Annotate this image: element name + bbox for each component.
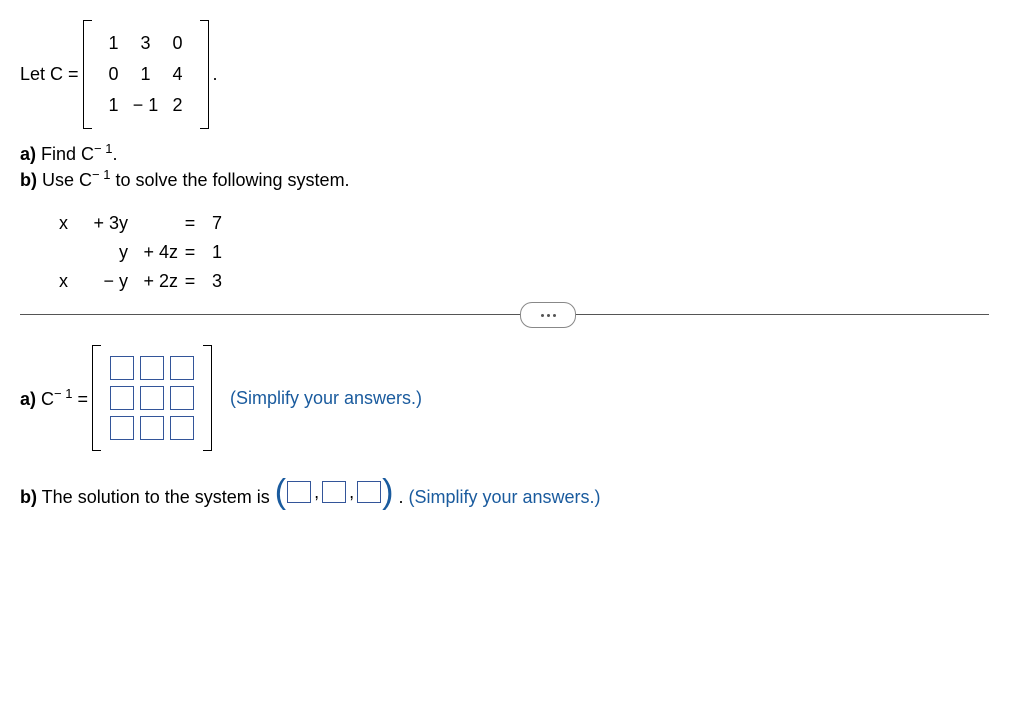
eq-term: x: [50, 271, 68, 292]
matrix-cell: 1: [98, 95, 130, 116]
c-inv-1-3[interactable]: [170, 356, 194, 380]
matrix-cell: 1: [98, 33, 130, 54]
eq-term: + 2z: [128, 271, 178, 292]
answer-a: a) C− 1 = (Simplify your answers.): [20, 345, 989, 451]
eq-term: 1: [202, 242, 222, 263]
answer-a-label: a) C− 1 =: [20, 386, 88, 410]
simplify-hint-b: (Simplify your answers.): [409, 487, 601, 507]
matrix-cell: − 1: [130, 95, 162, 116]
more-button[interactable]: [520, 302, 576, 328]
eq-term: 7: [202, 213, 222, 234]
matrix-definition: Let C = 1300141− 12 .: [20, 20, 989, 129]
part-b-prompt: b) Use C− 1 to solve the following syste…: [20, 167, 989, 191]
c-inv-2-3[interactable]: [170, 386, 194, 410]
eq-term: =: [178, 213, 202, 234]
matrix-cell: 3: [130, 33, 162, 54]
eq-term: =: [178, 271, 202, 292]
matrix-cell: 0: [98, 64, 130, 85]
eq-term: [50, 242, 68, 263]
c-inv-3-2[interactable]: [140, 416, 164, 440]
matrix-c: 1300141− 12: [83, 20, 209, 129]
c-inv-2-1[interactable]: [110, 386, 134, 410]
eq-term: + 4z: [128, 242, 178, 263]
let-c-equals: Let C =: [20, 64, 79, 85]
matrix-cell: 0: [162, 33, 194, 54]
matrix-cell: 1: [130, 64, 162, 85]
c-inv-3-1[interactable]: [110, 416, 134, 440]
eq-term: =: [178, 242, 202, 263]
divider: [20, 314, 989, 315]
divider-row: [20, 314, 989, 315]
solution-x[interactable]: [287, 481, 311, 503]
answer-b: b) The solution to the system is ( , , )…: [20, 481, 989, 508]
solution-y[interactable]: [322, 481, 346, 503]
inverse-matrix-input: [92, 345, 212, 451]
part-a-prompt: a) Find C− 1.: [20, 141, 989, 165]
simplify-hint-a: (Simplify your answers.): [230, 388, 422, 409]
eq-term: y: [68, 242, 128, 263]
c-inv-3-3[interactable]: [170, 416, 194, 440]
solution-tuple: ( , , ): [275, 481, 394, 503]
c-inv-1-1[interactable]: [110, 356, 134, 380]
eq-term: 3: [202, 271, 222, 292]
c-inv-1-2[interactable]: [140, 356, 164, 380]
equation-system: x+ 3y=7y+ 4z=1x− y+ 2z=3: [50, 209, 989, 296]
eq-term: − y: [68, 271, 128, 292]
c-inv-2-2[interactable]: [140, 386, 164, 410]
matrix-cell: 4: [162, 64, 194, 85]
period: .: [213, 64, 218, 85]
matrix-cell: 2: [162, 95, 194, 116]
solution-z[interactable]: [357, 481, 381, 503]
eq-term: [128, 213, 178, 234]
eq-term: + 3y: [68, 213, 128, 234]
eq-term: x: [50, 213, 68, 234]
